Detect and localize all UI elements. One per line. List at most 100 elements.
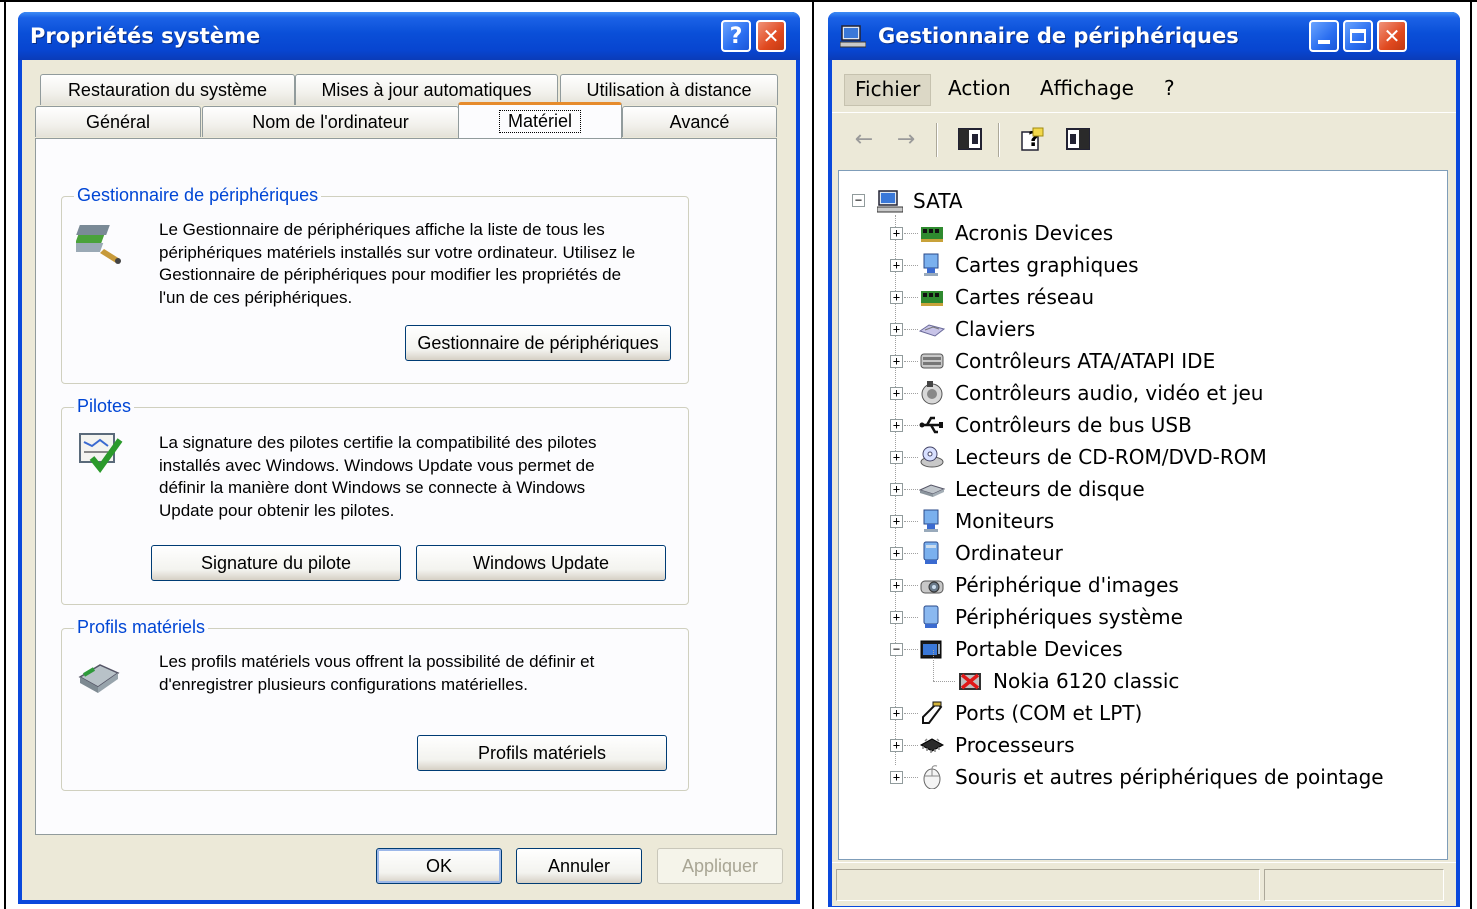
tab-label: Restauration du système — [67, 79, 268, 100]
tree-connector — [904, 617, 918, 618]
menu-action[interactable]: Action — [938, 74, 1021, 106]
tree-category-item[interactable]: Lecteurs de disque — [919, 474, 1145, 504]
monitor-icon — [923, 509, 939, 532]
tree-connector — [933, 681, 955, 682]
network-card-icon — [921, 291, 943, 306]
toolbar: ← → ? — [832, 112, 1456, 164]
tree-category-item[interactable]: Périphérique d'images — [919, 570, 1179, 600]
close-button[interactable]: ✕ — [756, 20, 786, 52]
forward-arrow-icon[interactable]: → — [892, 125, 920, 153]
expand-toggle[interactable]: + — [890, 579, 903, 592]
expand-toggle[interactable]: + — [890, 451, 903, 464]
help-button[interactable]: ? — [721, 20, 751, 52]
expand-toggle[interactable]: + — [890, 387, 903, 400]
back-arrow-icon[interactable]: ← — [850, 125, 878, 153]
expand-toggle[interactable]: + — [890, 483, 903, 496]
device-tree[interactable]: − SATA + Acronis Devices + Cartes graphique… — [838, 170, 1448, 860]
status-bar — [832, 862, 1456, 906]
tree-category-item[interactable]: Cartes réseau — [919, 282, 1094, 312]
expand-toggle[interactable]: + — [890, 611, 903, 624]
tree-category-item[interactable]: Acronis Devices — [919, 218, 1113, 248]
tab-nom-ordinateur[interactable]: Nom de l'ordinateur — [202, 106, 459, 137]
tree-category-item[interactable]: Périphériques système — [919, 602, 1183, 632]
expand-toggle[interactable]: + — [890, 771, 903, 784]
tree-category-item[interactable]: Ordinateur — [919, 538, 1063, 568]
toolbar-separator — [998, 123, 1000, 157]
monitor-icon — [923, 253, 939, 276]
title-bar[interactable]: Propriétés système ? ✕ — [18, 12, 800, 60]
expand-toggle[interactable]: + — [890, 419, 903, 432]
tree-category-item[interactable]: Moniteurs — [919, 506, 1054, 536]
tab-materiel[interactable]: Matériel — [458, 102, 622, 138]
show-hide-tree-icon[interactable] — [956, 125, 984, 153]
disabled-device-icon — [959, 673, 981, 690]
tree-category-item[interactable]: Contrôleurs de bus USB — [919, 410, 1192, 440]
keyboard-icon — [919, 324, 945, 337]
menu-affichage[interactable]: Affichage — [1030, 74, 1144, 106]
tree-device-item[interactable]: Nokia 6120 classic — [957, 666, 1179, 696]
tree-root[interactable]: SATA — [877, 186, 963, 216]
toolbar-separator — [936, 123, 938, 157]
expand-toggle[interactable]: + — [890, 259, 903, 272]
collapse-toggle[interactable]: − — [890, 643, 903, 656]
group-hardware-profiles: Profils matériels Les profils matériels … — [61, 617, 689, 791]
apply-button[interactable]: Appliquer — [657, 848, 783, 884]
node-label: Processeurs — [955, 733, 1075, 757]
window-title: Gestionnaire de périphériques — [878, 24, 1239, 48]
expand-toggle[interactable]: + — [890, 227, 903, 240]
tab-label: Général — [85, 111, 151, 132]
windows-update-button[interactable]: Windows Update — [416, 545, 666, 581]
tree-category-item[interactable]: Lecteurs de CD-ROM/DVD-ROM — [919, 442, 1267, 472]
tab-utilisation-distance[interactable]: Utilisation à distance — [560, 74, 778, 105]
hardware-profiles-button[interactable]: Profils matériels — [417, 735, 667, 771]
tree-category-item[interactable]: Ports (COM et LPT) — [919, 698, 1142, 728]
menu-fichier[interactable]: Fichier — [844, 74, 932, 106]
node-label: Lecteurs de CD-ROM/DVD-ROM — [955, 445, 1267, 469]
text-line: d'enregistrer plusieurs configurations m… — [159, 674, 528, 694]
tree-category-item[interactable]: Claviers — [919, 314, 1035, 344]
group-title: Profils matériels — [74, 617, 209, 638]
expand-toggle[interactable]: + — [890, 515, 903, 528]
tree-category-item[interactable]: Cartes graphiques — [919, 250, 1139, 280]
tree-connector — [904, 393, 918, 394]
portable-device-icon — [920, 640, 942, 659]
tab-avance[interactable]: Avancé — [622, 106, 777, 137]
tree-category-item[interactable]: Processeurs — [919, 730, 1075, 760]
expand-toggle[interactable]: + — [890, 323, 903, 336]
device-manager-button[interactable]: Gestionnaire de périphériques — [405, 325, 671, 361]
expand-toggle[interactable]: + — [890, 291, 903, 304]
tab-general[interactable]: Général — [35, 106, 201, 137]
hardware-profiles-icon — [78, 664, 120, 693]
tab-mises-a-jour[interactable]: Mises à jour automatiques — [295, 74, 558, 105]
frame-top — [0, 0, 1477, 2]
node-label: Nokia 6120 classic — [993, 669, 1180, 693]
cancel-button[interactable]: Annuler — [516, 848, 642, 884]
properties-view-icon[interactable] — [1064, 125, 1092, 153]
mouse-icon — [923, 765, 941, 789]
tree-connector — [904, 425, 918, 426]
maximize-button[interactable] — [1343, 20, 1373, 52]
expand-toggle[interactable]: + — [890, 547, 903, 560]
driver-signing-button[interactable]: Signature du pilote — [151, 545, 401, 581]
text-line: La signature des pilotes certifie la com… — [159, 433, 597, 452]
menu-help[interactable]: ? — [1154, 74, 1185, 106]
expand-toggle[interactable]: + — [890, 707, 903, 720]
tab-label: Matériel — [498, 110, 582, 133]
expand-toggle[interactable]: + — [890, 355, 903, 368]
expand-toggle[interactable]: + — [890, 739, 903, 752]
tree-category-item[interactable]: Contrôleurs ATA/ATAPI IDE — [919, 346, 1215, 376]
title-bar[interactable]: Gestionnaire de périphériques ✕ — [828, 12, 1460, 60]
tree-connector — [904, 329, 918, 330]
group-device-manager: Gestionnaire de périphériques Le Gestion… — [61, 185, 689, 384]
ok-button[interactable]: OK — [376, 848, 502, 884]
collapse-toggle[interactable]: − — [852, 194, 865, 207]
close-button[interactable]: ✕ — [1377, 20, 1407, 52]
tree-connector — [904, 713, 918, 714]
tree-category-item[interactable]: Contrôleurs audio, vidéo et jeu — [919, 378, 1263, 408]
tree-category-item[interactable]: Souris et autres périphériques de pointa… — [919, 762, 1384, 792]
help-icon[interactable]: ? — [1018, 125, 1046, 153]
minimize-button[interactable] — [1309, 20, 1339, 52]
tab-label: Utilisation à distance — [586, 79, 752, 100]
tab-restauration[interactable]: Restauration du système — [40, 74, 295, 105]
tree-category-item[interactable]: Portable Devices — [919, 634, 1123, 664]
